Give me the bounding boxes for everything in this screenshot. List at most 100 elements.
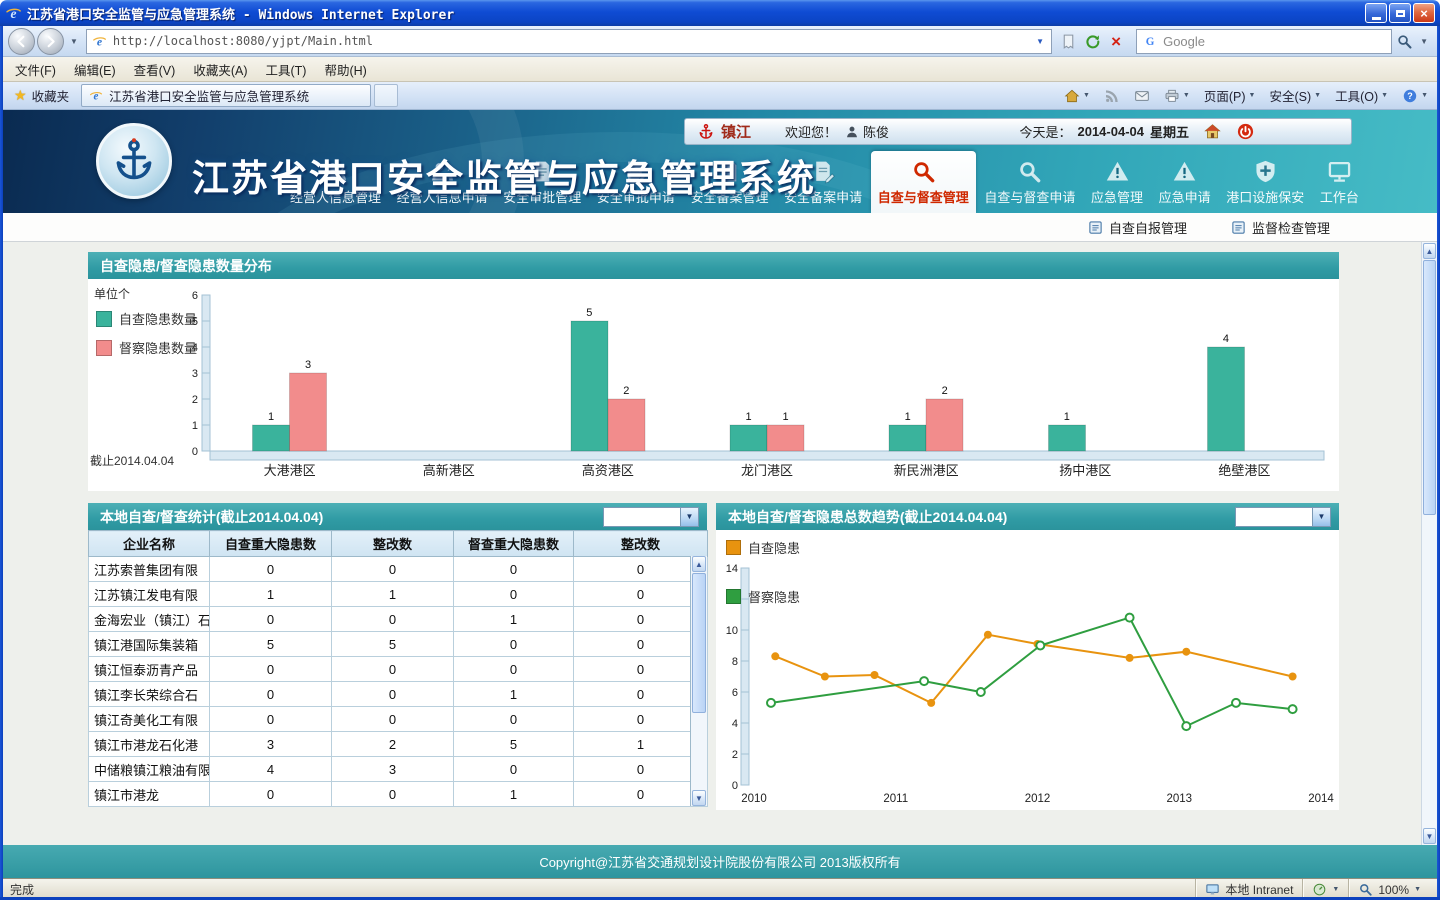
- zoom-control[interactable]: 100% ▼: [1348, 879, 1430, 900]
- value-cell: 1: [454, 782, 574, 807]
- menu-item-5[interactable]: 帮助(H): [315, 57, 375, 82]
- statistics-filter-select[interactable]: ▼: [603, 507, 699, 527]
- value-cell: 0: [210, 782, 332, 807]
- forward-button[interactable]: [37, 28, 64, 55]
- doc-icon: [717, 159, 742, 184]
- address-bar[interactable]: e http://localhost:8080/yjpt/Main.html ▼: [86, 29, 1052, 54]
- svg-text:1: 1: [905, 411, 911, 423]
- menu-item-3[interactable]: 收藏夹(A): [184, 57, 256, 82]
- menu-item-1[interactable]: 编辑(E): [65, 57, 125, 82]
- favorites-button[interactable]: ★ 收藏夹: [6, 83, 77, 108]
- trend-filter-select[interactable]: ▼: [1235, 507, 1331, 527]
- value-cell: 0: [332, 707, 454, 732]
- read-mail-button[interactable]: [1128, 85, 1156, 107]
- port-emblem-anchor-icon: [110, 137, 158, 185]
- bar-panel-title: 自查隐患/督查隐患数量分布: [100, 256, 272, 276]
- tools-menu-button[interactable]: 工具(O)▼: [1329, 83, 1394, 108]
- svg-text:2: 2: [732, 749, 738, 761]
- legend-swatch: [96, 311, 112, 327]
- home-button[interactable]: ▼: [1058, 85, 1096, 107]
- scroll-down-button[interactable]: ▼: [692, 790, 706, 806]
- scroll-up-button[interactable]: ▲: [1423, 243, 1436, 259]
- zoom-menu-button[interactable]: ▼: [1302, 879, 1348, 900]
- subnav-item-supervise-check-mgmt[interactable]: 监督检查管理: [1231, 218, 1330, 237]
- search-box[interactable]: G Google: [1136, 29, 1392, 54]
- table-row[interactable]: 镇江市港龙0010: [89, 782, 708, 807]
- nav-item-operator-info-mgmt[interactable]: 经营人信息管理: [283, 151, 388, 213]
- svg-text:高新港区: 高新港区: [423, 463, 475, 478]
- safety-menu-button[interactable]: 安全(S)▼: [1263, 83, 1327, 108]
- stop-button[interactable]: ×: [1104, 29, 1128, 53]
- nav-item-workbench[interactable]: 工作台: [1313, 151, 1366, 213]
- scroll-down-button[interactable]: ▼: [1423, 828, 1436, 844]
- feed-icon: [1104, 88, 1120, 104]
- svg-text:新民洲港区: 新民洲港区: [894, 463, 959, 478]
- nav-item-safety-record-apply[interactable]: 安全备案申请: [777, 151, 869, 213]
- refresh-button[interactable]: [1080, 29, 1104, 53]
- value-cell: 4: [210, 757, 332, 782]
- table-row[interactable]: 镇江港国际集装箱5500: [89, 632, 708, 657]
- value-cell: 1: [454, 607, 574, 632]
- svg-text:2010: 2010: [741, 793, 767, 805]
- nav-item-safety-approval-apply[interactable]: 安全审批申请: [590, 151, 682, 213]
- compatibility-view-button[interactable]: [1056, 29, 1080, 53]
- nav-item-operator-info-apply[interactable]: 经营人信息申请: [390, 151, 495, 213]
- form-icon: [1088, 220, 1103, 235]
- table-row[interactable]: 镇江李长荣综合石0010: [89, 682, 708, 707]
- table-row[interactable]: 江苏索普集团有限0000: [89, 557, 708, 582]
- help-button[interactable]: ? ▼: [1396, 85, 1434, 107]
- nav-item-port-facility-security[interactable]: 港口设施保安: [1219, 151, 1311, 213]
- nav-item-safety-record-mgmt[interactable]: 安全备案管理: [684, 151, 776, 213]
- status-bar: 完成 本地 Intranet ▼ 100% ▼: [0, 878, 1440, 900]
- page-menu-button[interactable]: 页面(P)▼: [1198, 83, 1262, 108]
- svg-text:0: 0: [192, 446, 198, 458]
- home-shortcut-icon[interactable]: [1203, 122, 1222, 141]
- table-row[interactable]: 中储粮镇江粮油有限4300: [89, 757, 708, 782]
- menu-item-4[interactable]: 工具(T): [256, 57, 315, 82]
- page-scrollbar[interactable]: ▲ ▼: [1421, 242, 1437, 845]
- chevron-down-icon: ▼: [1249, 92, 1256, 99]
- table-row[interactable]: 镇江市港龙石化港3251: [89, 732, 708, 757]
- address-dropdown-icon[interactable]: ▼: [1034, 37, 1046, 46]
- scroll-up-button[interactable]: ▲: [692, 556, 706, 572]
- nav-item-selfcheck-supervise-apply[interactable]: 自查与督查申请: [977, 151, 1082, 213]
- nav-item-selfcheck-supervise-mgmt[interactable]: 自查与督查管理: [871, 151, 976, 213]
- table-scrollbar[interactable]: ▲ ▼: [690, 556, 707, 806]
- svg-text:绝壁港区: 绝壁港区: [1218, 463, 1270, 478]
- search-input[interactable]: Google: [1163, 34, 1205, 49]
- nav-item-emergency-mgmt[interactable]: 应急管理: [1084, 151, 1150, 213]
- browser-tab[interactable]: e 江苏省港口安全监管与应急管理系统: [81, 84, 371, 107]
- window-titlebar: e 江苏省港口安全监管与应急管理系统 - Windows Internet Ex…: [0, 0, 1440, 26]
- feeds-button[interactable]: [1098, 85, 1126, 107]
- table-row[interactable]: 江苏镇江发电有限1100: [89, 582, 708, 607]
- search-button[interactable]: [1392, 29, 1416, 53]
- table-row[interactable]: 镇江恒泰沥青产品0000: [89, 657, 708, 682]
- back-button[interactable]: [8, 28, 35, 55]
- new-tab-button[interactable]: [374, 84, 398, 107]
- scroll-thumb[interactable]: [1423, 260, 1436, 515]
- page-ie-icon: e: [92, 34, 107, 49]
- table-row[interactable]: 镇江奇美化工有限0000: [89, 707, 708, 732]
- subnav-item-self-report-mgmt[interactable]: 自查自报管理: [1088, 218, 1187, 237]
- svg-text:5: 5: [586, 307, 592, 319]
- scroll-thumb[interactable]: [692, 573, 706, 713]
- minimize-button[interactable]: [1365, 3, 1387, 23]
- restore-button[interactable]: [1389, 3, 1411, 23]
- table-row[interactable]: 金海宏业（镇江）石0010: [89, 607, 708, 632]
- logout-power-icon[interactable]: [1236, 122, 1255, 141]
- svg-text:1: 1: [192, 420, 198, 432]
- value-cell: 2: [332, 732, 454, 757]
- close-button[interactable]: ×: [1413, 3, 1435, 23]
- svg-text:4: 4: [732, 718, 738, 730]
- svg-text:?: ?: [1407, 91, 1413, 101]
- menu-item-0[interactable]: 文件(F): [6, 57, 65, 82]
- search-options-dropdown[interactable]: ▼: [1416, 37, 1432, 46]
- chevron-down-icon: ▼: [1332, 886, 1339, 893]
- nav-item-safety-approval-mgmt[interactable]: 安全审批管理: [496, 151, 588, 213]
- menu-item-2[interactable]: 查看(V): [125, 57, 185, 82]
- user-name: 陈俊: [863, 122, 889, 141]
- print-button[interactable]: ▼: [1158, 85, 1196, 107]
- nav-item-label: 安全审批申请: [597, 187, 675, 206]
- nav-item-emergency-apply[interactable]: 应急申请: [1152, 151, 1218, 213]
- history-dropdown-button[interactable]: ▼: [66, 37, 82, 46]
